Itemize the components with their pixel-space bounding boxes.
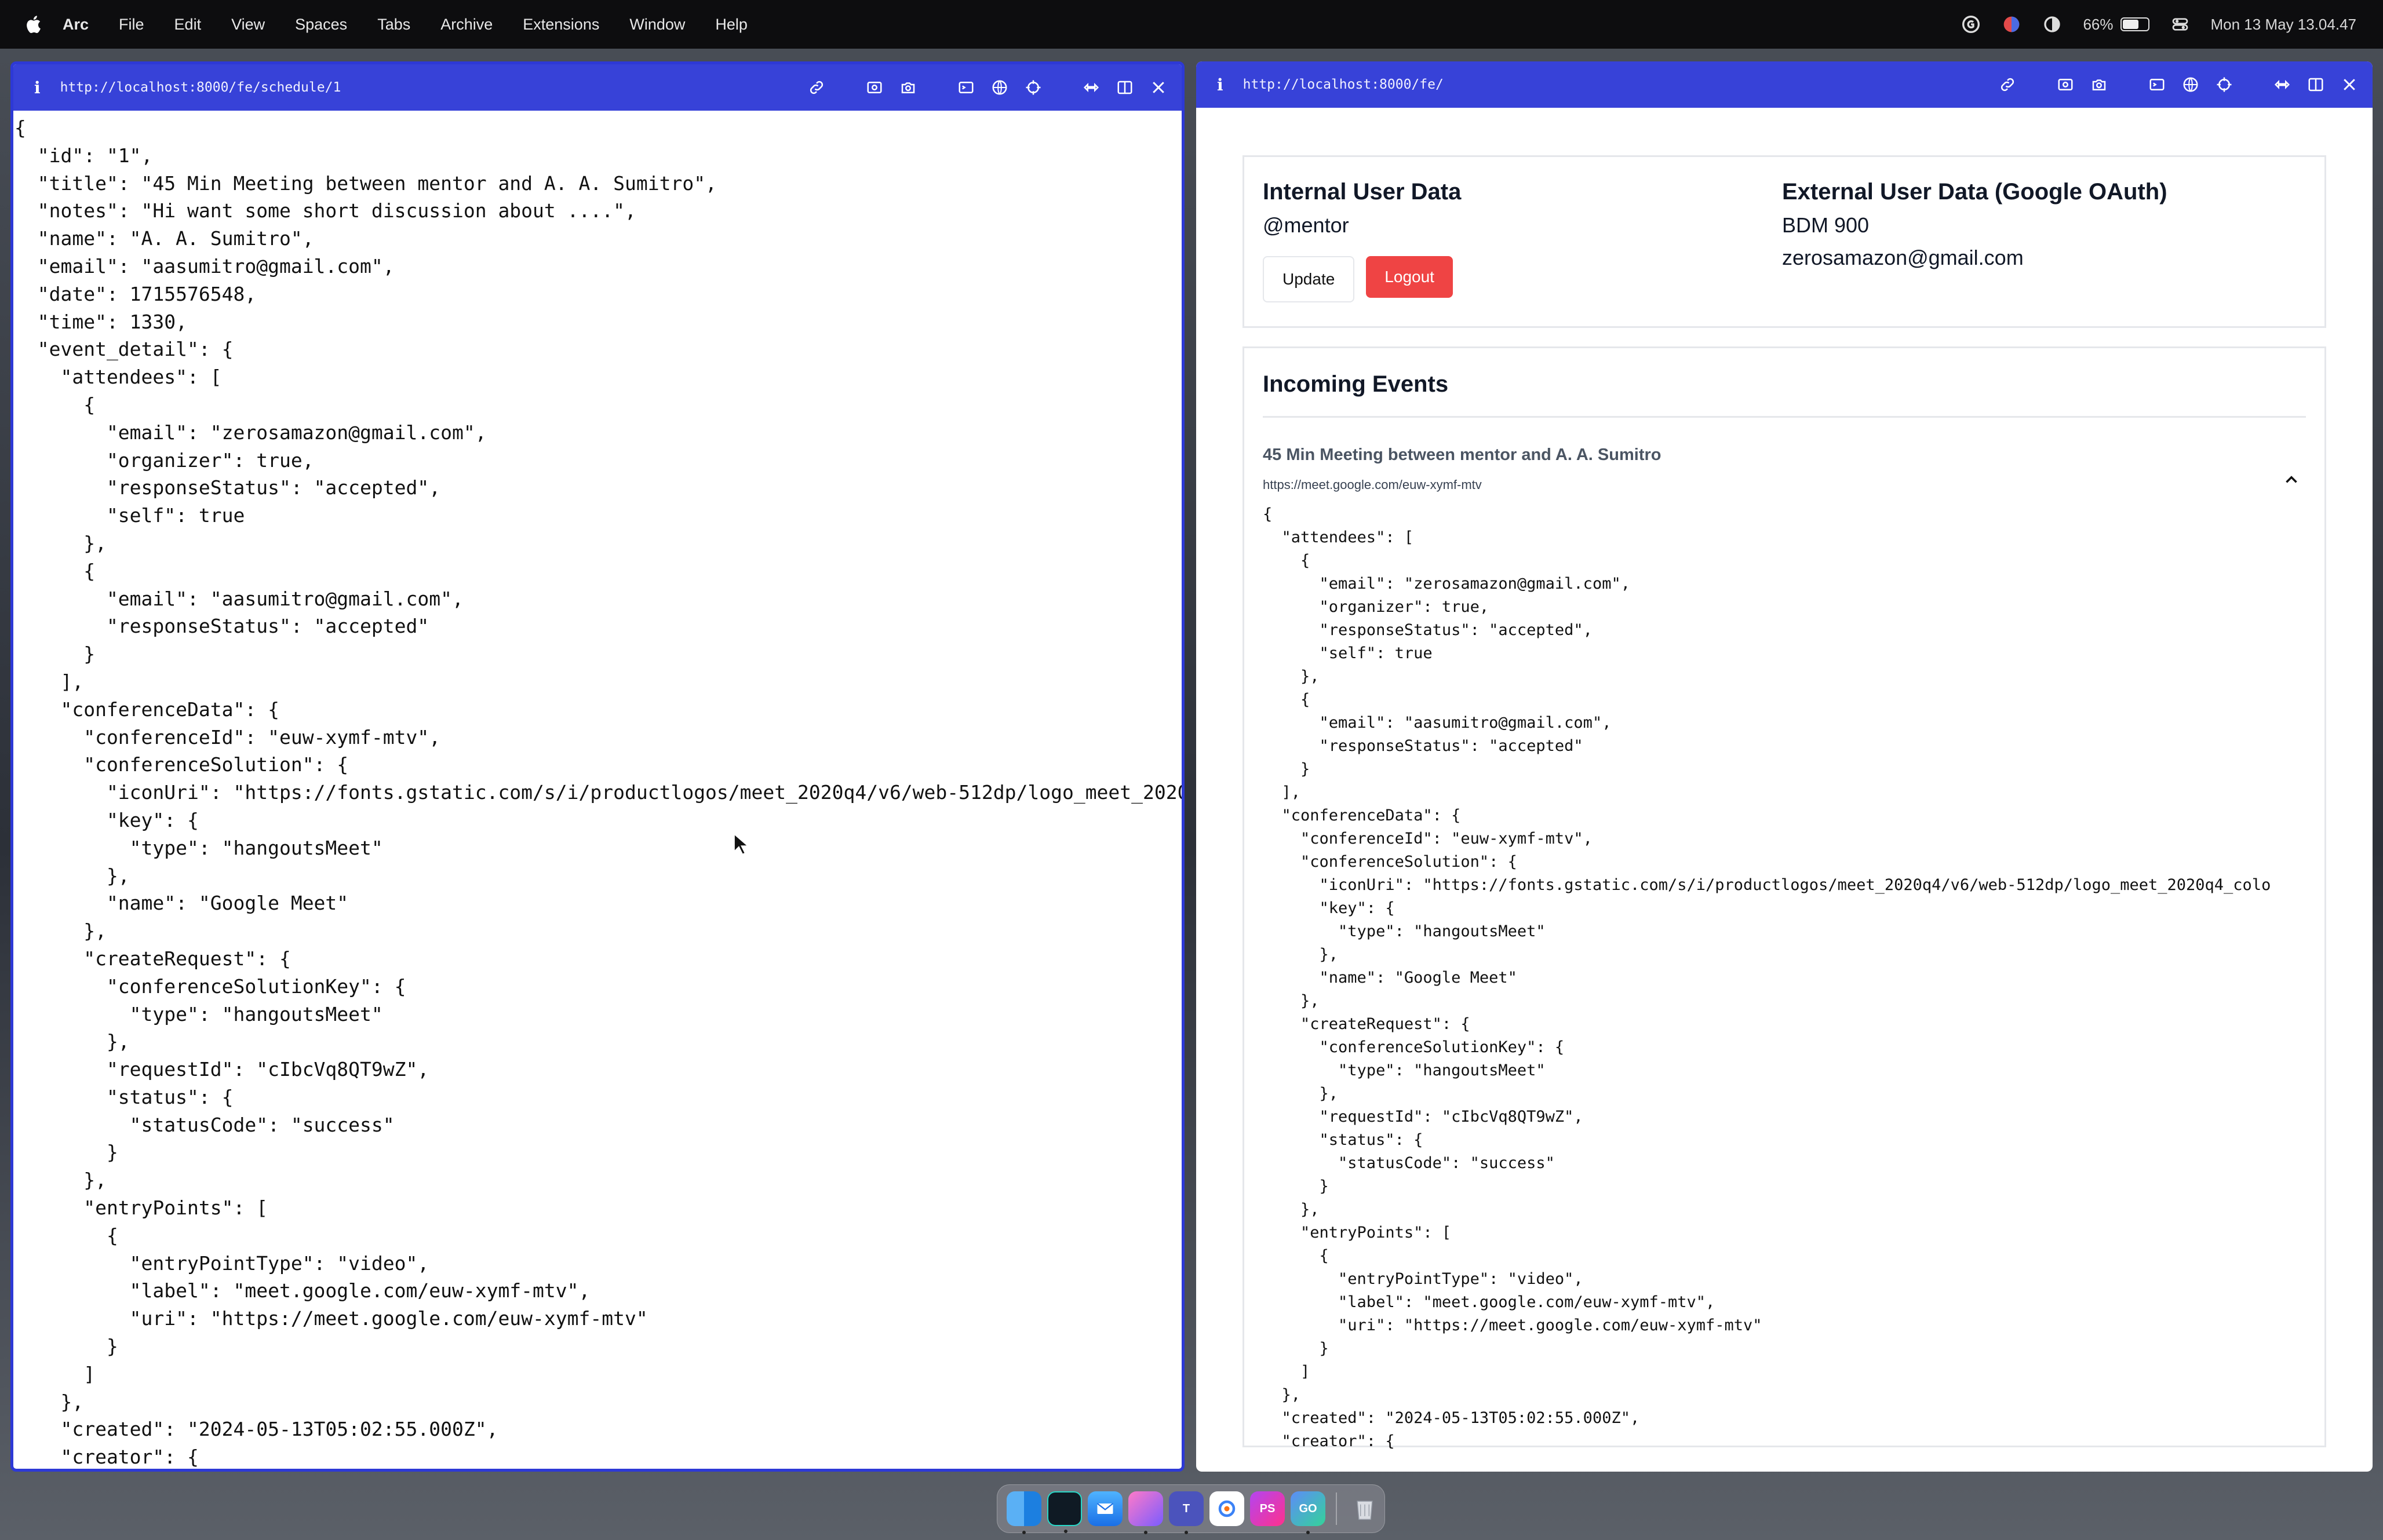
- capture-icon[interactable]: [2056, 75, 2075, 94]
- extensions-icon[interactable]: [2273, 75, 2291, 94]
- internal-user-title: Internal User Data: [1263, 179, 1462, 205]
- copy-link-icon[interactable]: [1998, 75, 2017, 94]
- console-icon[interactable]: [2148, 75, 2166, 94]
- capture-icon[interactable]: [865, 78, 884, 97]
- site-info-icon[interactable]: i: [34, 78, 41, 97]
- menu-app-name[interactable]: Arc: [63, 16, 89, 34]
- menu-file[interactable]: File: [119, 16, 144, 34]
- target-icon[interactable]: [2215, 75, 2233, 94]
- close-icon[interactable]: [1149, 78, 1168, 97]
- event-link[interactable]: https://meet.google.com/euw-xymf-mtv: [1263, 477, 2306, 492]
- internal-username: @mentor: [1263, 213, 1349, 237]
- update-button[interactable]: Update: [1263, 256, 1355, 302]
- incoming-events-card: Incoming Events 45 Min Meeting between m…: [1242, 346, 2326, 1450]
- incoming-events-title: Incoming Events: [1263, 371, 2306, 418]
- console-icon[interactable]: [957, 78, 975, 97]
- control-center-icon[interactable]: [2170, 14, 2190, 34]
- user-data-card: Internal User Data @mentor Update Logout…: [1242, 155, 2326, 328]
- teams-icon[interactable]: T: [1169, 1491, 1204, 1534]
- battery-percent: 66%: [2083, 15, 2114, 33]
- menu-extensions[interactable]: Extensions: [523, 16, 599, 34]
- goland-label: GO: [1299, 1502, 1317, 1515]
- menu-window[interactable]: Window: [629, 16, 685, 34]
- target-icon[interactable]: [1024, 78, 1043, 97]
- goland-icon[interactable]: GO: [1291, 1491, 1325, 1534]
- internal-user-section: Internal User Data @mentor Update Logout: [1263, 179, 1461, 302]
- json-viewer: { "id": "1", "title": "45 Min Meeting be…: [14, 116, 1185, 1469]
- phpstorm-label: PS: [1259, 1502, 1276, 1515]
- chevron-up-icon[interactable]: [2282, 470, 2301, 490]
- menu-view[interactable]: View: [231, 16, 265, 34]
- menu-tabs[interactable]: Tabs: [377, 16, 410, 34]
- apple-icon[interactable]: [23, 13, 45, 35]
- camera-icon[interactable]: [899, 78, 917, 97]
- split-view-icon[interactable]: [2307, 75, 2325, 94]
- menu-bar: Arc File Edit View Spaces Tabs Archive E…: [0, 0, 2383, 49]
- site-info-icon[interactable]: i: [1217, 75, 1223, 94]
- color-app-icon[interactable]: [2002, 14, 2021, 34]
- url-bar[interactable]: i http://localhost:8000/fe/schedule/1: [13, 64, 1182, 111]
- dock-separator: [1336, 1492, 1337, 1525]
- finder-icon[interactable]: [1007, 1491, 1041, 1534]
- left-browser-window: i http://localhost:8000/fe/schedule/1 { …: [10, 61, 1185, 1472]
- url-text[interactable]: http://localhost:8000/fe/: [1243, 77, 1444, 92]
- trash-icon[interactable]: [1347, 1491, 1382, 1526]
- url-text[interactable]: http://localhost:8000/fe/schedule/1: [60, 80, 341, 95]
- external-user-name: BDM 900: [1782, 213, 1870, 237]
- extensions-icon[interactable]: [1082, 78, 1101, 97]
- logout-button[interactable]: Logout: [1366, 256, 1453, 298]
- pixelmator-icon[interactable]: [1128, 1491, 1163, 1534]
- url-bar[interactable]: i http://localhost:8000/fe/: [1196, 61, 2373, 108]
- grammarly-icon[interactable]: [1961, 14, 1981, 34]
- close-icon[interactable]: [2340, 75, 2359, 94]
- external-user-section: External User Data (Google OAuth) BDM 90…: [1782, 179, 2167, 270]
- copy-link-icon[interactable]: [807, 78, 826, 97]
- camera-icon[interactable]: [2090, 75, 2108, 94]
- menu-help[interactable]: Help: [715, 16, 748, 34]
- external-user-title: External User Data (Google OAuth): [1782, 179, 2167, 205]
- warp-icon[interactable]: [1047, 1491, 1082, 1533]
- phpstorm-icon[interactable]: PS: [1250, 1491, 1285, 1526]
- menu-archive[interactable]: Archive: [440, 16, 493, 34]
- menu-spaces[interactable]: Spaces: [295, 16, 347, 34]
- menu-edit[interactable]: Edit: [174, 16, 202, 34]
- contrast-icon[interactable]: [2042, 14, 2062, 34]
- event-title[interactable]: 45 Min Meeting between mentor and A. A. …: [1263, 446, 2306, 465]
- user-actions: Update Logout: [1263, 256, 1461, 302]
- dock: T PS GO: [997, 1484, 1385, 1534]
- mouse-cursor-icon: [733, 833, 748, 855]
- event-json: { "attendees": [ { "email": "zerosamazon…: [1263, 505, 2271, 1450]
- battery-status[interactable]: 66%: [2083, 16, 2149, 34]
- battery-icon: [2120, 17, 2149, 31]
- right-browser-window: i http://localhost:8000/fe/ Internal Use…: [1196, 61, 2373, 1472]
- craft-icon[interactable]: [1209, 1491, 1244, 1526]
- url-toolbar: [807, 64, 1168, 111]
- menu-clock[interactable]: Mon 13 May 13.04.47: [2211, 16, 2357, 34]
- page-content: Internal User Data @mentor Update Logout…: [1196, 155, 2373, 1450]
- globe-icon[interactable]: [2181, 75, 2200, 94]
- split-view-icon[interactable]: [1116, 78, 1134, 97]
- url-toolbar: [1998, 61, 2359, 108]
- globe-icon[interactable]: [990, 78, 1009, 97]
- mail-icon[interactable]: [1088, 1491, 1123, 1526]
- external-user-email: zerosamazon@gmail.com: [1782, 246, 2024, 269]
